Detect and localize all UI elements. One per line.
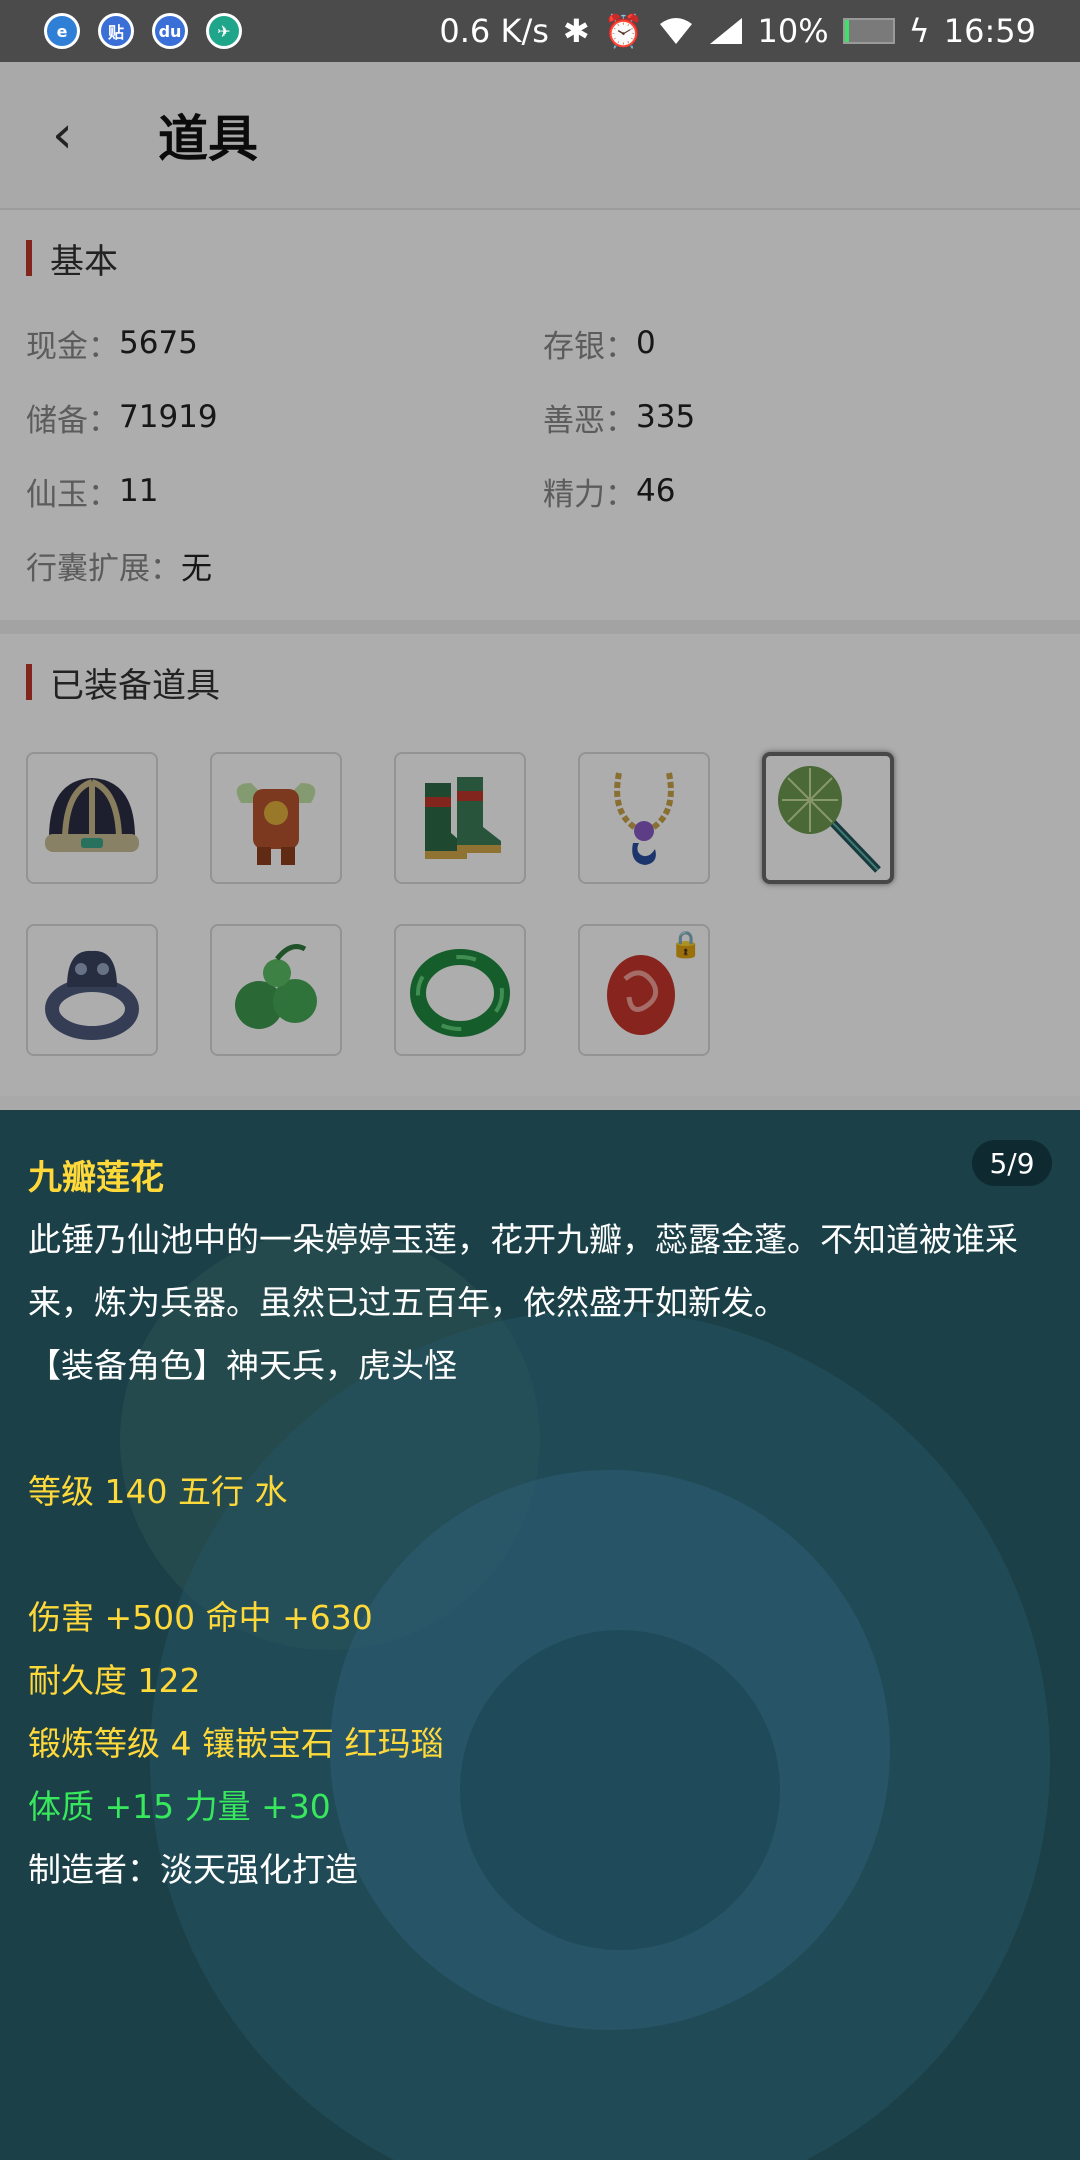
item-detail-line: 锻炼等级 4 镶嵌宝石 红玛瑙 xyxy=(28,1724,444,1763)
clock: 16:59 xyxy=(943,12,1036,50)
bluetooth-icon: ✱ xyxy=(562,12,590,50)
browser-app-icon: e xyxy=(44,13,80,49)
item-detail-line xyxy=(28,1523,1060,1586)
item-detail-line: 耐久度 122 xyxy=(28,1661,201,1700)
net-speed: 0.6 K/s xyxy=(439,12,549,50)
status-bar: e 贴 du ✈ 0.6 K/s ✱ ⏰ 10% ϟ 16:59 xyxy=(0,0,1080,62)
item-detail-line: 此锤乃仙池中的一朵婷婷玉莲，花开九瓣，蕊露金蓬。不知道被谁采来，炼为兵器。虽然已… xyxy=(28,1220,1018,1322)
item-detail-line: 体质 +15 力量 +30 xyxy=(28,1787,331,1826)
item-detail-line: 【装备角色】神天兵，虎头怪 xyxy=(28,1346,457,1385)
notification-icons: e 贴 du ✈ xyxy=(0,13,242,49)
item-detail-line: 伤害 +500 命中 +630 xyxy=(28,1598,373,1637)
item-detail-line xyxy=(28,1397,1060,1460)
signal-icon xyxy=(709,18,742,44)
alarm-icon: ⏰ xyxy=(603,12,644,50)
system-indicators: 0.6 K/s ✱ ⏰ 10% ϟ 16:59 xyxy=(439,12,1080,50)
item-detail-line: 等级 140 五行 水 xyxy=(28,1472,288,1511)
baidu-app-icon: du xyxy=(152,13,188,49)
item-detail-line: 制造者：淡天强化打造 xyxy=(28,1850,358,1889)
item-detail-panel: 5/9 九瓣莲花 此锤乃仙池中的一朵婷婷玉莲，花开九瓣，蕊露金蓬。不知道被谁采来… xyxy=(0,1110,1080,2160)
tieba-app-icon: 贴 xyxy=(98,13,134,49)
wifi-icon xyxy=(659,18,692,44)
travel-app-icon: ✈ xyxy=(206,13,242,49)
item-description-lines: 此锤乃仙池中的一朵婷婷玉莲，花开九瓣，蕊露金蓬。不知道被谁采来，炼为兵器。虽然已… xyxy=(28,1208,1060,1901)
modal-backdrop[interactable] xyxy=(0,62,1080,1110)
charging-icon: ϟ xyxy=(908,12,930,50)
item-name: 九瓣莲花 xyxy=(28,1158,164,1198)
battery-icon xyxy=(842,18,895,44)
battery-percent: 10% xyxy=(757,12,829,50)
item-detail-content: 九瓣莲花 此锤乃仙池中的一朵婷婷玉莲，花开九瓣，蕊露金蓬。不知道被谁采来，炼为兵… xyxy=(28,1148,1060,1901)
